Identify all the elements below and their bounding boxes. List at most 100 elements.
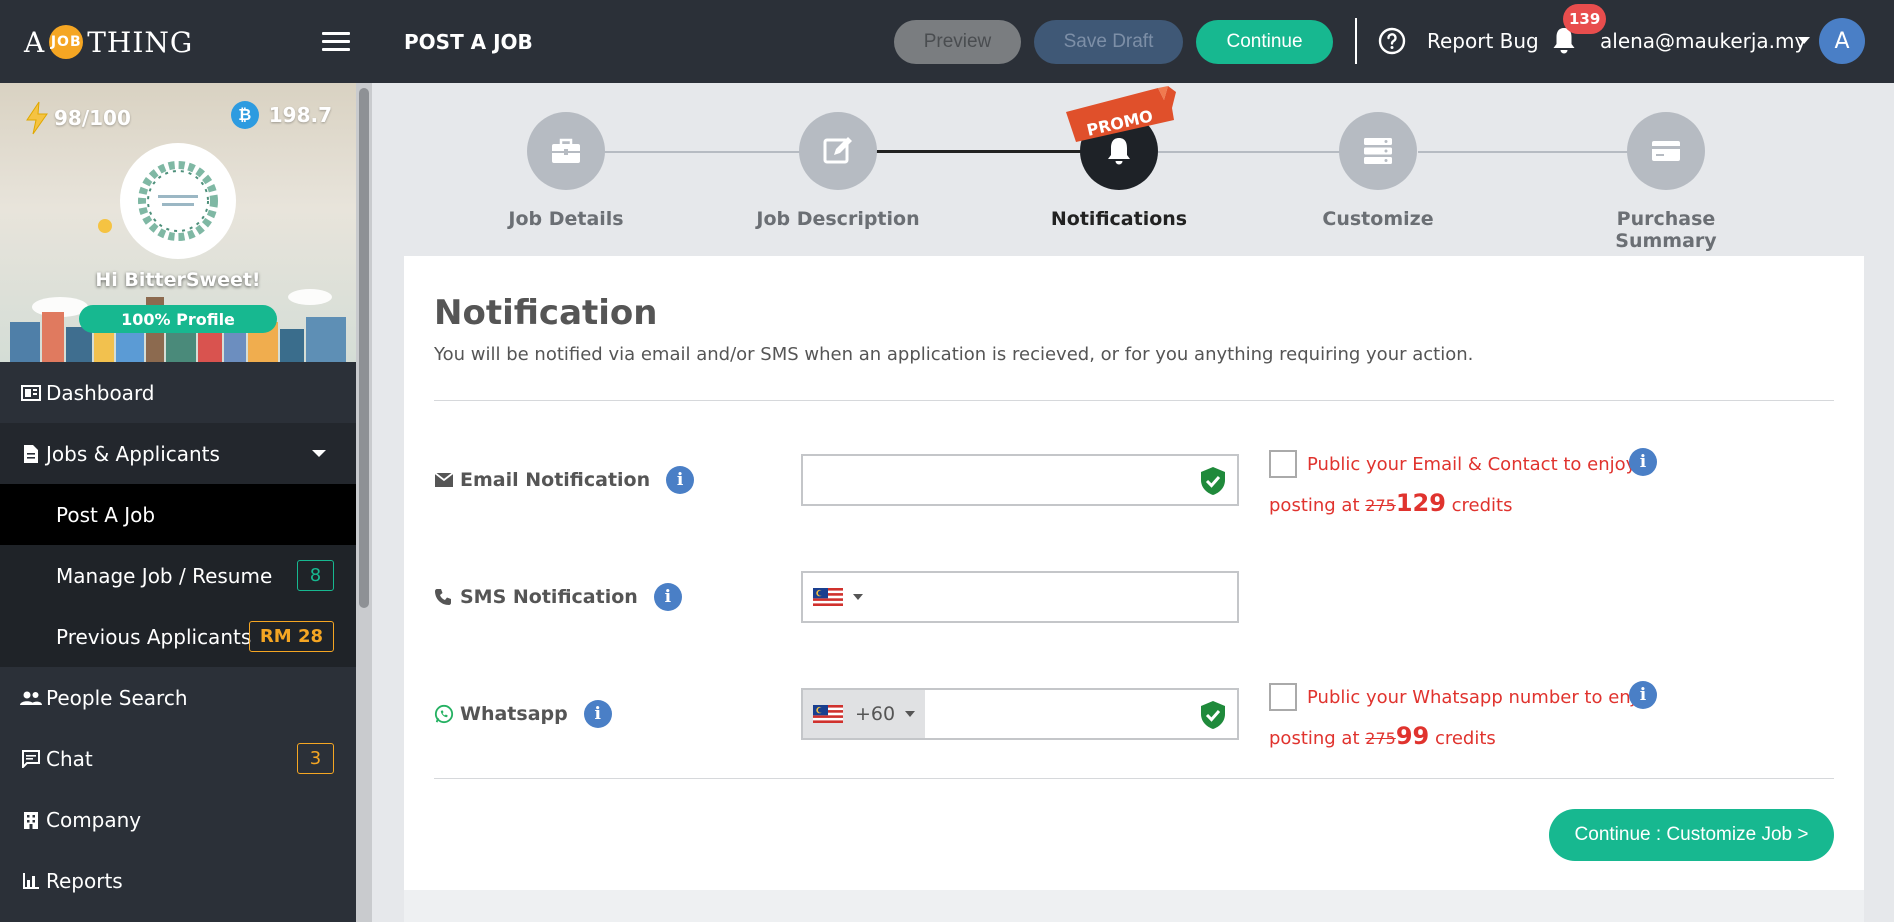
chat-count-badge: 3: [297, 743, 334, 774]
divider: [434, 400, 1834, 401]
app-logo[interactable]: A JOB THING: [24, 24, 193, 60]
verified-shield-icon: [1201, 701, 1225, 729]
sidebar: 98/100 ₿ 198.7 Hi BitterSweet! 100% Prof…: [0, 83, 356, 922]
sms-input[interactable]: [883, 573, 1223, 621]
section-title: Notification: [434, 293, 658, 333]
notification-card: Notification You will be notified via em…: [404, 256, 1864, 922]
edit-icon: [823, 137, 852, 164]
people-icon: [20, 687, 42, 709]
sms-field[interactable]: [801, 571, 1239, 623]
phone-icon: [434, 587, 454, 607]
email-old-price: 275: [1365, 496, 1396, 515]
section-subtitle: You will be notified via email and/or SM…: [434, 344, 1474, 365]
page-title: POST A JOB: [404, 30, 533, 54]
document-icon: [20, 443, 42, 465]
whatsapp-public-info-icon[interactable]: i: [1629, 681, 1657, 709]
sidebar-item-jobs-applicants[interactable]: Jobs & Applicants: [0, 423, 356, 484]
sun-icon: [98, 219, 112, 233]
email-public-offer: Public your Email & Contact to enjoy pos…: [1269, 446, 1689, 525]
sms-notification-label: SMS Notification i: [434, 583, 682, 611]
profile-picture[interactable]: [120, 143, 236, 259]
step-label: Job Details: [508, 208, 624, 230]
step-purchase-summary[interactable]: Purchase Summary: [1566, 112, 1766, 252]
whatsapp-label: Whatsapp i: [434, 700, 612, 728]
step-label: Notifications: [1050, 208, 1188, 230]
email-new-price: 129: [1395, 489, 1446, 517]
profile-completion-badge[interactable]: 100% Profile: [79, 305, 277, 333]
whatsapp-input[interactable]: [923, 690, 1173, 738]
whatsapp-icon: [434, 704, 454, 724]
email-field[interactable]: [801, 454, 1239, 506]
report-bug-link[interactable]: Report Bug: [1427, 29, 1539, 53]
sidebar-item-manage-job[interactable]: Manage Job / Resume 8: [0, 545, 356, 606]
sms-country-selector[interactable]: [803, 573, 873, 621]
chevron-down-icon: [312, 450, 326, 457]
email-notification-label: Email Notification i: [434, 466, 695, 494]
whatsapp-old-price: 275: [1365, 729, 1396, 748]
malaysia-flag-icon: [813, 705, 843, 723]
email-public-checkbox[interactable]: [1269, 450, 1297, 478]
whatsapp-country-selector[interactable]: +60: [803, 690, 926, 738]
previous-applicants-price-badge: RM 28: [248, 621, 334, 652]
divider: [434, 778, 1834, 779]
whatsapp-public-checkbox[interactable]: [1269, 683, 1297, 711]
briefcase-icon: [552, 138, 580, 163]
building-icon: [20, 809, 42, 831]
step-job-description[interactable]: Job Description: [738, 112, 938, 230]
chevron-down-icon: [853, 594, 863, 600]
lightning-icon: [26, 101, 48, 135]
country-code: +60: [855, 703, 896, 725]
help-icon[interactable]: [1378, 27, 1406, 55]
step-label: Customize: [1322, 208, 1434, 230]
step-label: Purchase Summary: [1615, 208, 1717, 252]
email-input[interactable]: [803, 456, 1173, 504]
whatsapp-info-icon[interactable]: i: [583, 700, 612, 728]
top-header: A JOB THING POST A JOB Preview Save Draft …: [0, 0, 1894, 83]
envelope-icon: [434, 470, 454, 490]
server-icon: [1364, 138, 1392, 164]
whatsapp-new-price: 99: [1395, 722, 1430, 750]
sidebar-item-dashboard[interactable]: Dashboard: [0, 362, 356, 423]
whatsapp-field[interactable]: +60: [801, 688, 1239, 740]
chat-icon: [20, 748, 42, 770]
avatar[interactable]: A: [1819, 18, 1865, 64]
malaysia-flag-icon: [813, 588, 843, 606]
manage-job-count-badge: 8: [297, 560, 334, 591]
sidebar-item-reports[interactable]: Reports: [0, 850, 356, 911]
sidebar-item-company[interactable]: Company: [0, 789, 356, 850]
coin-icon: ₿: [230, 101, 259, 129]
sidebar-item-previous-applicants[interactable]: Previous Applicants RM 28: [0, 606, 356, 667]
continue-customize-job-button[interactable]: Continue : Customize Job >: [1549, 809, 1834, 861]
preview-button[interactable]: Preview: [894, 20, 1021, 64]
step-customize[interactable]: Customize: [1278, 112, 1478, 230]
save-draft-button[interactable]: Save Draft: [1034, 20, 1183, 64]
sidebar-item-people-search[interactable]: People Search: [0, 667, 356, 728]
email-info-icon[interactable]: i: [666, 466, 695, 494]
greeting: Hi BitterSweet!: [95, 269, 261, 291]
wreath-logo-icon: [138, 161, 218, 241]
email-public-info-icon[interactable]: i: [1629, 448, 1657, 476]
energy-indicator: 98/100: [24, 101, 131, 135]
sidebar-item-chat[interactable]: Chat 3: [0, 728, 356, 789]
credits-indicator: ₿ 198.7: [230, 101, 332, 129]
sidebar-scrollbar-thumb[interactable]: [359, 88, 369, 608]
bar-chart-icon: [20, 870, 42, 892]
sidebar-nav: Dashboard Jobs & Applicants Post A Job M…: [0, 362, 356, 911]
dashboard-icon: [20, 382, 42, 404]
sidebar-item-post-a-job[interactable]: Post A Job: [0, 484, 356, 545]
card-icon: [1652, 141, 1680, 161]
step-job-details[interactable]: Job Details: [466, 112, 666, 230]
sms-info-icon[interactable]: i: [653, 583, 682, 611]
header-divider: [1355, 18, 1357, 64]
verified-shield-icon: [1201, 467, 1225, 495]
step-label: Job Description: [756, 208, 920, 230]
profile-card: 98/100 ₿ 198.7 Hi BitterSweet! 100% Prof…: [0, 83, 356, 362]
card-footer: [404, 890, 1864, 922]
whatsapp-public-offer: Public your Whatsapp number to enjoy pos…: [1269, 679, 1689, 758]
continue-button[interactable]: Continue: [1196, 20, 1333, 64]
menu-toggle-icon[interactable]: [322, 32, 350, 52]
chevron-down-icon: [905, 711, 916, 717]
promo-ribbon: PROMO: [1066, 86, 1176, 142]
user-email[interactable]: alena@maukerja.my: [1600, 29, 1806, 53]
user-dropdown-chevron-icon[interactable]: [1798, 37, 1810, 44]
